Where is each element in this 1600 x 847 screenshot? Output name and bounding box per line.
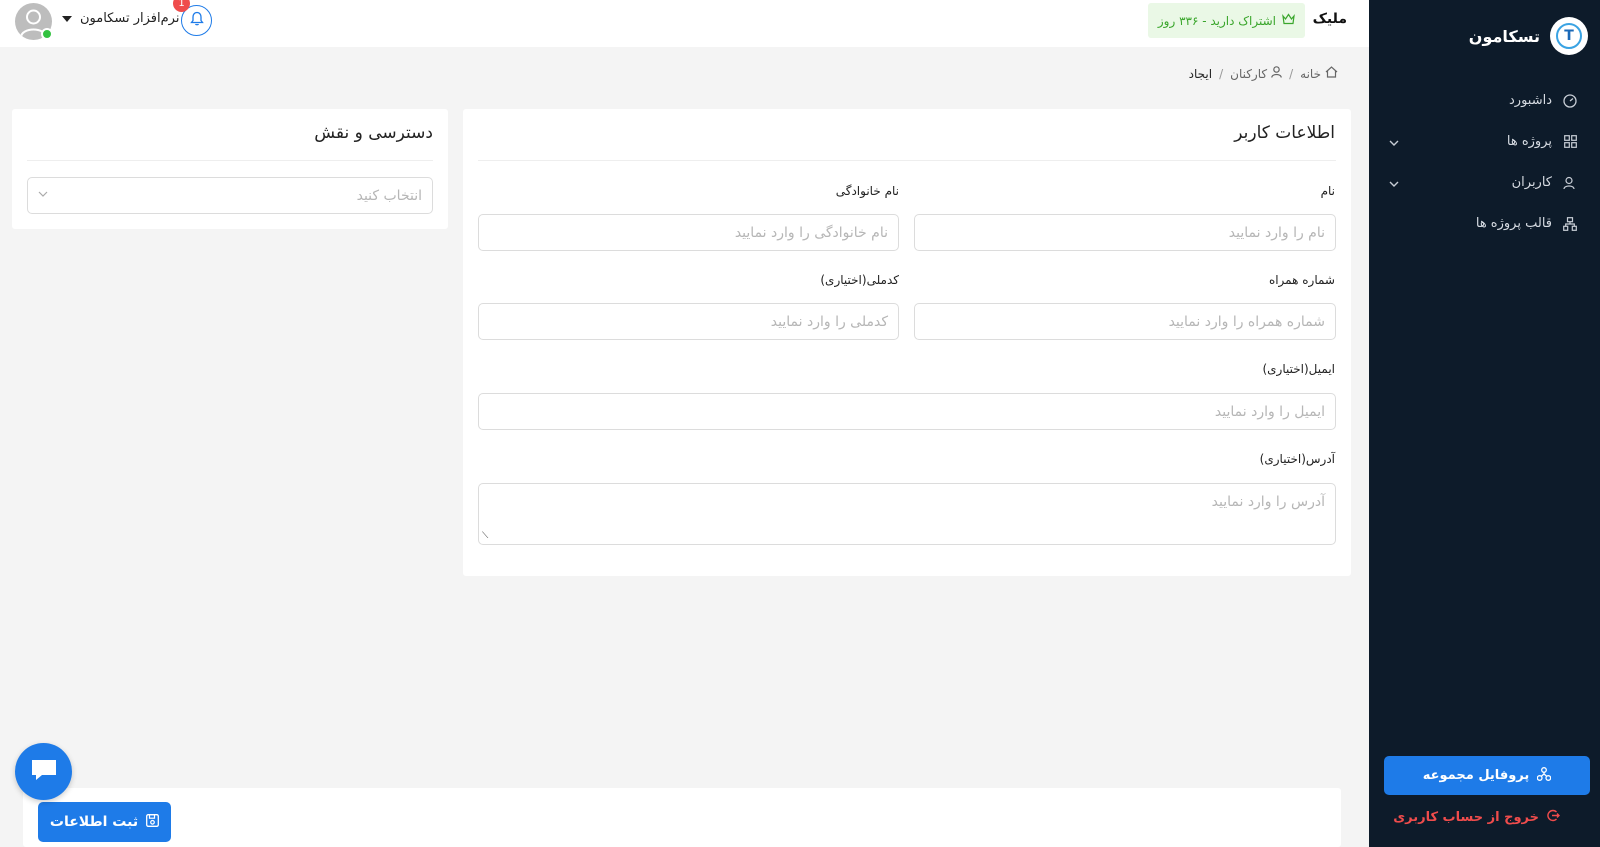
breadcrumb-home[interactable]: خانه — [1300, 66, 1338, 81]
sidebar: T تسکامون داشبورد پروژه ها کاربران قالب … — [1369, 0, 1600, 847]
last-name-label: نام خانوادگی — [835, 184, 899, 198]
top-header: ملیک اشتراک دارید - ۳۳۶ روز 1 نرم‌افزار … — [0, 0, 1369, 47]
chevron-down-icon[interactable] — [1389, 176, 1399, 190]
breadcrumb-separator: / — [1289, 66, 1294, 81]
logout-label: خروج از حساب کاربری — [1393, 810, 1539, 825]
address-placeholder: آدرس را وارد نمایید — [1211, 494, 1325, 510]
sidebar-item-dashboard[interactable]: داشبورد — [1369, 80, 1600, 121]
user-info-card: اطلاعات کاربر نام نام را وارد نمایید نام… — [463, 109, 1351, 576]
national-code-label: کدملی(اختیاری) — [820, 273, 899, 287]
user-name: نرم‌افزار تسکامون — [80, 11, 180, 26]
crown-icon — [1282, 13, 1295, 28]
brand[interactable]: T تسکامون — [1469, 17, 1588, 55]
user-info-title: اطلاعات کاربر — [1234, 123, 1335, 143]
page-title: ملیک — [1312, 11, 1347, 27]
online-status-dot — [41, 28, 53, 40]
address-label: آدرس(اختیاری) — [1259, 452, 1335, 466]
sidebar-item-label: قالب پروژه ها — [1475, 216, 1552, 231]
email-input[interactable]: ایمیل را وارد نمایید — [478, 393, 1336, 430]
caret-down-icon — [62, 15, 72, 22]
users-icon — [1562, 175, 1578, 191]
organization-profile-button[interactable]: پروفایل مجموعه — [1384, 756, 1590, 795]
sidebar-item-project-templates[interactable]: قالب پروژه ها — [1369, 203, 1600, 244]
sidebar-item-users[interactable]: کاربران — [1369, 162, 1600, 203]
save-button[interactable]: ثبت اطلاعات — [38, 802, 171, 842]
first-name-input[interactable]: نام را وارد نمایید — [914, 214, 1336, 251]
national-code-input[interactable]: کدملی را وارد نمایید — [478, 303, 899, 340]
save-button-label: ثبت اطلاعات — [49, 814, 139, 830]
resize-handle-icon[interactable]: ⟋ — [482, 531, 488, 541]
last-name-input[interactable]: نام خانوادگی را وارد نمایید — [478, 214, 899, 251]
organization-profile-label: پروفایل مجموعه — [1422, 768, 1530, 783]
address-textarea[interactable]: آدرس را وارد نمایید ⟋ — [478, 483, 1336, 545]
chat-icon — [30, 758, 58, 786]
access-role-title: دسترسی و نقش — [314, 123, 433, 143]
dashboard-icon — [1562, 93, 1578, 109]
breadcrumb-separator: / — [1219, 66, 1224, 81]
sidebar-item-label: کاربران — [1511, 175, 1552, 190]
email-label: ایمیل(اختیاری) — [1262, 362, 1335, 376]
sidebar-nav: داشبورد پروژه ها کاربران قالب پروژه ها — [1369, 80, 1600, 244]
brand-logo-letter: T — [1556, 23, 1582, 49]
user-menu[interactable]: نرم‌افزار تسکامون — [62, 11, 179, 26]
role-select-placeholder: انتخاب کنید — [356, 187, 422, 204]
first-name-label: نام — [1320, 184, 1335, 198]
access-role-card: دسترسی و نقش انتخاب کنید — [12, 109, 448, 229]
sitemap-icon — [1562, 216, 1578, 232]
logout-link[interactable]: خروج از حساب کاربری — [1393, 809, 1560, 826]
user-icon — [1271, 66, 1282, 81]
subscription-text: اشتراک دارید - ۳۳۶ روز — [1157, 13, 1276, 28]
chevron-down-icon — [38, 189, 48, 200]
breadcrumb: خانه / کارکنان / ایجاد — [1189, 66, 1338, 81]
card-divider — [478, 160, 1336, 161]
brand-name: تسکامون — [1468, 26, 1540, 46]
organization-icon — [1537, 766, 1552, 785]
logout-icon — [1547, 809, 1560, 826]
role-select[interactable]: انتخاب کنید — [27, 177, 433, 214]
brand-logo: T — [1550, 17, 1588, 55]
chat-button[interactable] — [15, 743, 72, 800]
breadcrumb-staff[interactable]: کارکنان — [1230, 66, 1282, 81]
breadcrumb-current: ایجاد — [1188, 66, 1213, 81]
sidebar-item-projects[interactable]: پروژه ها — [1369, 121, 1600, 162]
grid-icon — [1562, 134, 1578, 150]
save-icon — [146, 813, 160, 831]
breadcrumb-staff-label: کارکنان — [1230, 66, 1268, 81]
subscription-badge: اشتراک دارید - ۳۳۶ روز — [1147, 3, 1305, 38]
bottom-action-bar — [23, 788, 1341, 847]
chevron-down-icon[interactable] — [1389, 135, 1399, 149]
sidebar-item-label: پروژه ها — [1506, 134, 1552, 149]
bell-icon — [189, 11, 204, 30]
home-icon — [1325, 66, 1338, 81]
breadcrumb-home-label: خانه — [1300, 66, 1321, 81]
mobile-input[interactable]: شماره همراه را وارد نمایید — [914, 303, 1336, 340]
mobile-label: شماره همراه — [1268, 273, 1335, 287]
card-divider — [27, 160, 433, 161]
sidebar-item-label: داشبورد — [1509, 93, 1552, 108]
